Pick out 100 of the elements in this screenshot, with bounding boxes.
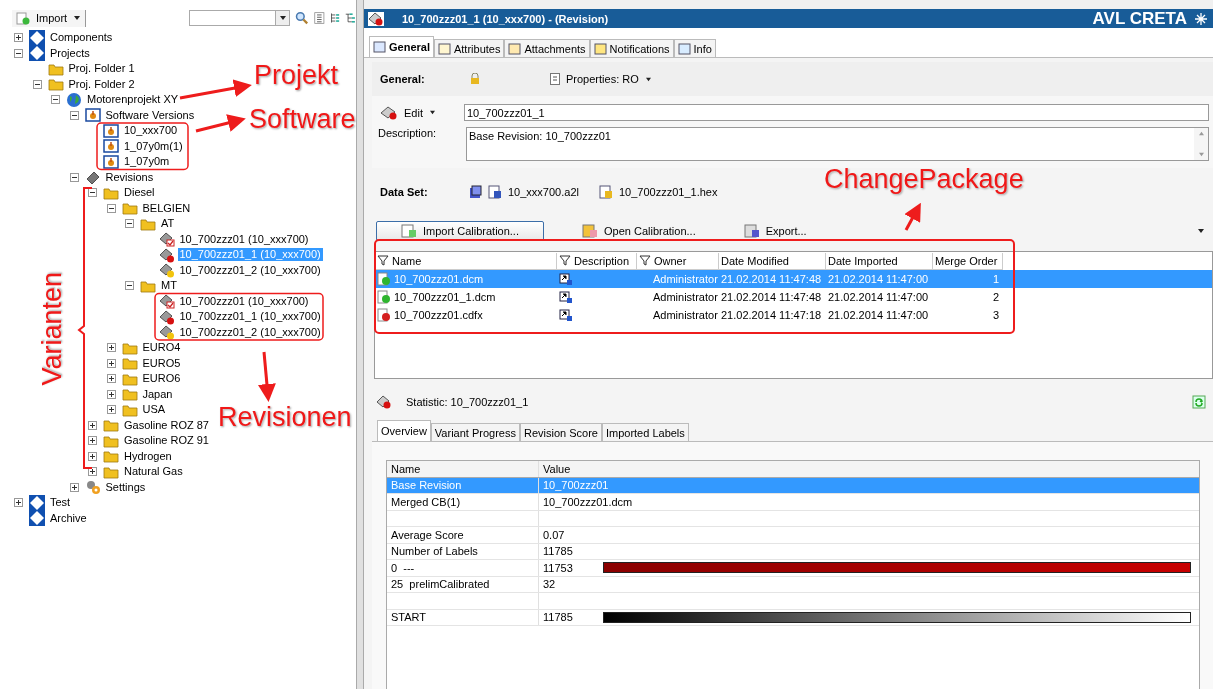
- tab[interactable]: Attributes: [433, 39, 505, 57]
- dropdown-arrow-icon[interactable]: [1197, 228, 1205, 234]
- filter-icon[interactable]: [559, 255, 571, 266]
- tree-item[interactable]: Diesel: [122, 186, 157, 200]
- tree-item[interactable]: Components: [48, 31, 115, 45]
- filter-icon[interactable]: [377, 255, 389, 266]
- tree-item[interactable]: Settings: [103, 480, 148, 494]
- scrollbar[interactable]: [1194, 128, 1208, 160]
- tree-item[interactable]: EURO5: [140, 356, 183, 370]
- tree-collapse-icon[interactable]: [345, 10, 356, 26]
- tab[interactable]: General: [369, 36, 434, 57]
- list-icon[interactable]: [314, 10, 325, 26]
- tree-item[interactable]: Software Versions: [103, 108, 197, 122]
- expander-icon[interactable]: [125, 219, 134, 229]
- column-header[interactable]: Value: [539, 461, 1199, 477]
- expander-icon[interactable]: [106, 343, 116, 353]
- column-header[interactable]: Owner: [637, 252, 719, 270]
- tree-item[interactable]: BELGIEN: [140, 201, 193, 215]
- expander-icon[interactable]: [106, 374, 116, 384]
- expander-icon[interactable]: [69, 482, 79, 492]
- table-row[interactable]: 10_700zzz01_1.dcm Administrator 21.02.2014 11:47:48 21.02.2014 11:47:00 2: [375, 288, 1212, 306]
- expander-icon[interactable]: [106, 405, 116, 415]
- expander-icon[interactable]: [125, 281, 134, 291]
- tree-item[interactable]: Gasoline ROZ 87: [122, 418, 211, 432]
- properties-dropdown[interactable]: Properties: RO: [550, 73, 652, 85]
- tree-item[interactable]: Test: [48, 496, 73, 510]
- tree-item[interactable]: 10_700zzz01_1 (10_xxx700): [177, 310, 323, 324]
- scroll-up-icon[interactable]: [1197, 131, 1205, 136]
- expander-icon[interactable]: [106, 389, 116, 399]
- expander-icon[interactable]: [14, 498, 23, 508]
- table-cell-text: 0.07: [543, 528, 566, 541]
- expander-icon[interactable]: [14, 33, 23, 43]
- tree-item[interactable]: Hydrogen: [122, 449, 174, 463]
- tree-item[interactable]: 10_700zzz01_2 (10_xxx700): [177, 263, 323, 277]
- tree-item[interactable]: 10_xxx700: [122, 124, 180, 138]
- expander-icon[interactable]: [32, 79, 42, 89]
- expander-icon[interactable]: [51, 95, 60, 105]
- expander-icon[interactable]: [106, 358, 116, 368]
- column-header[interactable]: Description: [557, 252, 637, 270]
- expander-icon[interactable]: [88, 467, 97, 477]
- revision-icon: [376, 395, 392, 409]
- tab[interactable]: Overview: [377, 420, 431, 441]
- search-icon[interactable]: [295, 9, 309, 27]
- tree-expand-icon[interactable]: [329, 10, 341, 26]
- column-header[interactable]: Name: [387, 461, 539, 477]
- file-link[interactable]: 10_xxx700.a2l: [508, 186, 579, 198]
- scroll-down-icon[interactable]: [1197, 152, 1205, 157]
- tree-item[interactable]: AT: [159, 217, 177, 231]
- tree-item[interactable]: Japan: [140, 387, 175, 401]
- action-button[interactable]: Open Calibration...: [572, 221, 706, 241]
- column-header[interactable]: Date Modified: [719, 252, 826, 270]
- document-icon: [550, 73, 560, 85]
- expander-icon[interactable]: [14, 48, 23, 58]
- tree-item[interactable]: EURO4: [140, 341, 183, 355]
- tab[interactable]: Variant Progress: [430, 423, 520, 441]
- column-header[interactable]: Name: [375, 252, 557, 270]
- expander-icon[interactable]: [69, 110, 79, 120]
- tree-item[interactable]: 1_07y0m(1): [122, 139, 185, 153]
- description-field[interactable]: Base Revision: 10_700zzz01: [466, 127, 1209, 161]
- tab[interactable]: Imported Labels: [601, 423, 689, 441]
- refresh-icon[interactable]: [1191, 394, 1207, 410]
- action-button[interactable]: Import Calibration...: [376, 221, 544, 241]
- expander-icon[interactable]: [88, 436, 97, 446]
- import-button[interactable]: Import: [12, 9, 87, 27]
- filter-icon[interactable]: [639, 255, 651, 266]
- action-button[interactable]: Export...: [733, 221, 817, 241]
- tree-item[interactable]: Projects: [48, 46, 92, 60]
- tab[interactable]: Notifications: [589, 39, 674, 57]
- tree-item[interactable]: Proj. Folder 1: [66, 62, 137, 76]
- table-cell-text: 11753: [543, 561, 574, 574]
- tree-item[interactable]: Gasoline ROZ 91: [122, 434, 211, 448]
- expander-icon[interactable]: [88, 451, 97, 461]
- tree-item[interactable]: 10_700zzz01 (10_xxx700): [177, 232, 311, 246]
- table-row[interactable]: 10_700zzz01.cdfx Administrator 21.02.2014 11:47:18 21.02.2014 11:47:00 3: [375, 306, 1212, 324]
- expander-icon[interactable]: [88, 420, 97, 430]
- column-header[interactable]: Merge Order: [933, 252, 1003, 270]
- tree-item[interactable]: 10_700zzz01 (10_xxx700): [177, 294, 311, 308]
- expander-icon[interactable]: [88, 188, 97, 198]
- tree-item[interactable]: 1_07y0m: [122, 155, 172, 169]
- software-icon: [84, 107, 101, 124]
- tree-item[interactable]: Archive: [48, 511, 89, 525]
- tree-item[interactable]: EURO6: [140, 372, 183, 386]
- tree-item[interactable]: Revisions: [103, 170, 156, 184]
- column-header[interactable]: Date Imported: [826, 252, 933, 270]
- expander-icon[interactable]: [69, 172, 79, 182]
- tab[interactable]: Attachments: [504, 39, 590, 57]
- tree-item[interactable]: MT: [159, 279, 179, 293]
- tree-item[interactable]: 10_700zzz01_2 (10_xxx700): [177, 325, 323, 339]
- edit-button[interactable]: Edit: [376, 104, 464, 121]
- tree-item[interactable]: Natural Gas: [122, 465, 185, 479]
- name-field[interactable]: 10_700zzz01_1: [464, 104, 1209, 121]
- tab[interactable]: Revision Score: [519, 423, 602, 441]
- expander-icon[interactable]: [106, 203, 116, 213]
- file-link[interactable]: 10_700zzz01_1.hex: [618, 186, 718, 198]
- tree-item[interactable]: Motorenprojekt XY: [85, 93, 181, 107]
- tree-item[interactable]: Proj. Folder 2: [66, 77, 137, 91]
- folder-icon: [103, 448, 119, 465]
- tab[interactable]: Info: [673, 39, 716, 57]
- tree-item[interactable]: USA: [140, 403, 168, 417]
- field-label: Description:: [377, 127, 438, 141]
